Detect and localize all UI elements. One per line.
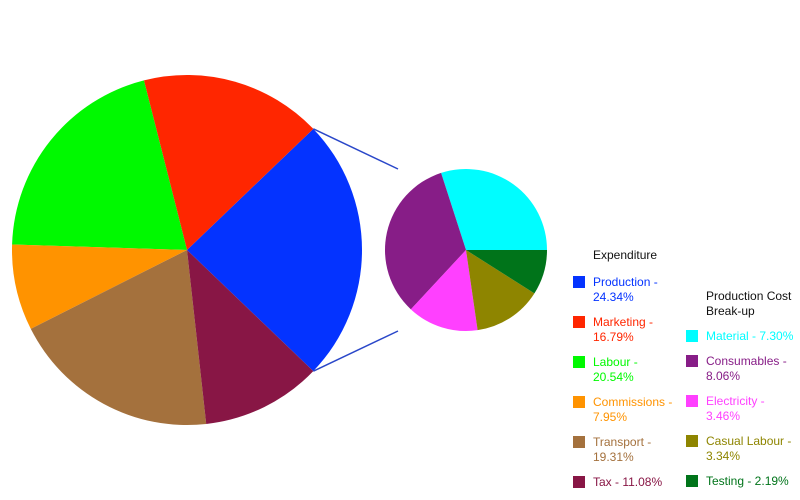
legend-title: Production Cost Break-up	[706, 289, 792, 318]
legend-swatch	[686, 355, 698, 367]
legend-label: Electricity - 3.46%	[706, 394, 765, 423]
pie-of-pie-chart	[12, 75, 547, 425]
legend-swatch	[573, 356, 585, 368]
legend-label: Material - 7.30%	[706, 329, 794, 343]
legend-item-material: Material - 7.30%	[686, 329, 800, 344]
legend-item-marketing: Marketing - 16.79%	[573, 315, 673, 345]
sub-pie	[385, 168, 547, 331]
legend-label: Production - 24.34%	[593, 275, 658, 304]
legend-item-casual-labour: Casual Labour - 3.34%	[686, 434, 800, 464]
legend-swatch	[573, 476, 585, 488]
legend-swatch	[686, 395, 698, 407]
legend-swatch	[573, 316, 585, 328]
legend-title: Expenditure	[593, 248, 658, 262]
legend-expenditure: Expenditure Production - 24.34% Marketing…	[573, 248, 673, 500]
legend-item-transport: Transport - 19.31%	[573, 435, 673, 465]
legend-label: Tax - 11.08%	[593, 475, 663, 489]
main-pie	[12, 75, 362, 425]
legend-swatch	[686, 435, 698, 447]
legend-item-tax: Tax - 11.08%	[573, 475, 673, 490]
legend-swatch	[573, 396, 585, 408]
legend-label: Consumables - 8.06%	[706, 354, 787, 383]
legend-item-testing: Testing - 2.19%	[686, 474, 800, 489]
legend-label: Commissions - 7.95%	[593, 395, 673, 424]
legend-item-consumables: Consumables - 8.06%	[686, 354, 800, 384]
legend-label: Labour - 20.54%	[593, 355, 638, 384]
legend-label: Marketing - 16.79%	[593, 315, 654, 344]
legend-label: Transport - 19.31%	[593, 435, 652, 464]
legend-label: Testing - 2.19%	[706, 474, 789, 488]
legend-label: Casual Labour - 3.34%	[706, 434, 792, 463]
legend-swatch	[573, 436, 585, 448]
legend-item-labour: Labour - 20.54%	[573, 355, 673, 385]
legend-item-electricity: Electricity - 3.46%	[686, 394, 800, 424]
legend-swatch	[573, 276, 585, 288]
legend-item-commissions: Commissions - 7.95%	[573, 395, 673, 425]
legend-item-production: Production - 24.34%	[573, 275, 673, 305]
legend-production-breakup: Production Cost Break-up Material - 7.30…	[686, 289, 800, 499]
legend-swatch	[686, 475, 698, 487]
legend-swatch	[686, 330, 698, 342]
